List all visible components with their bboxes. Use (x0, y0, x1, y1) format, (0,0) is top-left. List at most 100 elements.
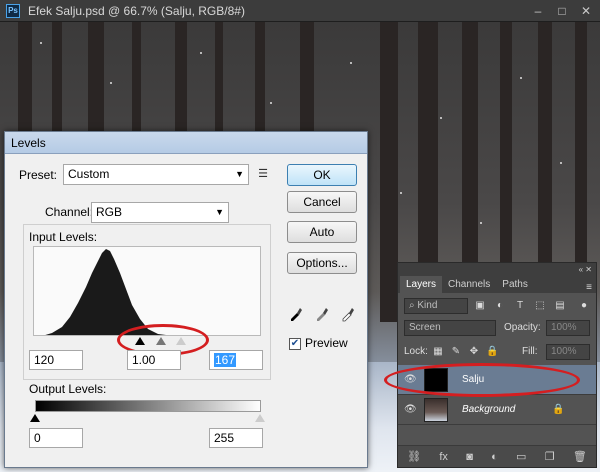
levels-dialog: Levels Preset: Custom ▼ ☰ OK Cancel Auto… (4, 131, 368, 468)
input-gamma-value: 1.00 (132, 353, 156, 367)
kind-label: Kind (417, 300, 438, 311)
annotation-oval (384, 363, 580, 397)
snowflake (270, 102, 272, 104)
blend-row: Screen Opacity: 100% (398, 317, 596, 339)
input-gamma-field[interactable]: 1.00 (127, 350, 181, 370)
fill-field[interactable]: 100% (546, 344, 590, 360)
layer-name: Background (462, 404, 516, 415)
lock-icon: 🔒 (552, 404, 565, 415)
panel-tabs: Layers Channels Paths ≡ (398, 275, 596, 293)
channel-value: RGB (96, 205, 123, 219)
chevron-down-icon: ▼ (235, 169, 244, 179)
blend-mode-select[interactable]: Screen (404, 320, 496, 336)
options-button[interactable]: Options... (287, 252, 357, 274)
visibility-eye-icon[interactable]: 👁 (404, 404, 417, 416)
adjustment-icon[interactable]: ◐ (491, 451, 498, 463)
close-icon[interactable]: ✕ (578, 3, 594, 19)
photoshop-logo-icon: Ps (6, 3, 20, 18)
histogram (33, 246, 261, 336)
opacity-value: 100% (551, 322, 577, 333)
ok-button[interactable]: OK (287, 164, 357, 186)
tree-trunk (462, 22, 478, 272)
fill-value: 100% (551, 346, 577, 357)
close-panel-icon[interactable]: ✕ (585, 265, 592, 274)
output-gradient-bar (35, 400, 261, 412)
preview-label: Preview (305, 336, 348, 350)
levels-titlebar[interactable]: Levels (5, 132, 367, 154)
fill-label: Fill: (522, 346, 538, 357)
preset-label: Preset: (19, 168, 58, 182)
snowflake (560, 162, 562, 164)
search-icon: ⌕ (409, 300, 415, 311)
fx-icon[interactable]: fx (439, 451, 448, 463)
filter-row: ⌕ Kind ▣ ◐ T ⬚ ▤ ● (398, 295, 596, 317)
histogram-graph (45, 249, 166, 335)
output-white-slider[interactable] (255, 414, 265, 422)
lock-position-icon[interactable]: ✥ (468, 346, 480, 358)
output-white-field[interactable]: 255 (209, 428, 263, 448)
lock-all-icon[interactable]: 🔒 (486, 346, 498, 358)
tree-trunk (575, 22, 587, 262)
new-layer-icon[interactable]: ❐ (545, 450, 555, 463)
list-options-icon[interactable]: ☰ (257, 168, 269, 180)
white-eyedropper-icon[interactable] (339, 306, 357, 324)
minimize-icon[interactable]: – (530, 3, 546, 19)
cancel-button[interactable]: Cancel (287, 191, 357, 213)
collapse-icon[interactable]: « (579, 265, 583, 274)
input-levels-label: Input Levels: (29, 230, 98, 244)
trash-icon[interactable]: 🗑 (573, 450, 587, 463)
input-white-value: 167 (214, 353, 237, 367)
lock-row: Lock: ▦ ✎ ✥ 🔒 Fill: 100% (398, 341, 596, 363)
smart-object-filter-icon[interactable]: ▤ (554, 300, 566, 312)
tab-paths[interactable]: Paths (496, 276, 534, 293)
panel-topbar: « ✕ (398, 263, 596, 275)
panel-menu-icon[interactable]: ≡ (586, 282, 592, 293)
opacity-label: Opacity: (504, 322, 541, 333)
output-black-slider[interactable] (30, 414, 40, 422)
preview-checkbox[interactable]: ✔ (289, 338, 301, 350)
lock-image-icon[interactable]: ✎ (450, 346, 462, 358)
tree-trunk (380, 22, 398, 322)
lock-transparency-icon[interactable]: ▦ (432, 346, 444, 358)
black-eyedropper-icon[interactable] (287, 306, 305, 324)
type-filter-icon[interactable]: T (514, 300, 526, 312)
filter-toggle-icon[interactable]: ● (578, 300, 590, 312)
snowflake (400, 192, 402, 194)
shape-filter-icon[interactable]: ⬚ (534, 300, 546, 312)
snowflake (480, 222, 482, 224)
snowflake (350, 62, 352, 64)
folder-icon[interactable]: ▭ (516, 450, 526, 463)
layer-row-background[interactable]: 👁 Background 🔒 (398, 395, 596, 425)
snowflake (520, 77, 522, 79)
kind-filter[interactable]: ⌕ Kind (404, 298, 468, 314)
preset-select[interactable]: Custom ▼ (63, 164, 249, 185)
adjustment-filter-icon[interactable]: ◐ (494, 300, 506, 312)
output-black-value: 0 (34, 431, 41, 445)
document-title: Efek Salju.psd @ 66.7% (Salju, RGB/8#) (28, 3, 245, 18)
output-white-value: 255 (214, 431, 235, 445)
tree-trunk (538, 22, 552, 267)
input-white-field[interactable]: 167 (209, 350, 263, 370)
link-icon[interactable]: ⛓ (407, 450, 421, 463)
gray-eyedropper-icon[interactable] (313, 306, 331, 324)
window-titlebar: Ps Efek Salju.psd @ 66.7% (Salju, RGB/8#… (0, 0, 600, 22)
layers-panel: « ✕ Layers Channels Paths ≡ ⌕ Kind ▣ ◐ T… (384, 262, 597, 468)
pixel-filter-icon[interactable]: ▣ (474, 300, 486, 312)
panel-bottom-bar: ⛓ fx ◙ ◐ ▭ ❐ 🗑 (398, 445, 596, 467)
output-black-field[interactable]: 0 (29, 428, 83, 448)
mask-icon[interactable]: ◙ (466, 451, 473, 463)
output-levels-label: Output Levels: (29, 382, 107, 396)
channel-select[interactable]: RGB ▼ (91, 202, 229, 223)
maximize-icon[interactable]: □ (554, 3, 570, 19)
tab-layers[interactable]: Layers (400, 276, 443, 293)
snowflake (40, 42, 42, 44)
blend-mode-value: Screen (409, 322, 441, 333)
auto-button[interactable]: Auto (287, 221, 357, 243)
input-black-field[interactable]: 120 (29, 350, 83, 370)
layer-thumbnail (424, 398, 448, 422)
tab-channels[interactable]: Channels (442, 276, 496, 293)
levels-title: Levels (11, 135, 46, 150)
snowflake (200, 52, 202, 54)
opacity-field[interactable]: 100% (546, 320, 590, 336)
tree-trunk (500, 22, 512, 267)
